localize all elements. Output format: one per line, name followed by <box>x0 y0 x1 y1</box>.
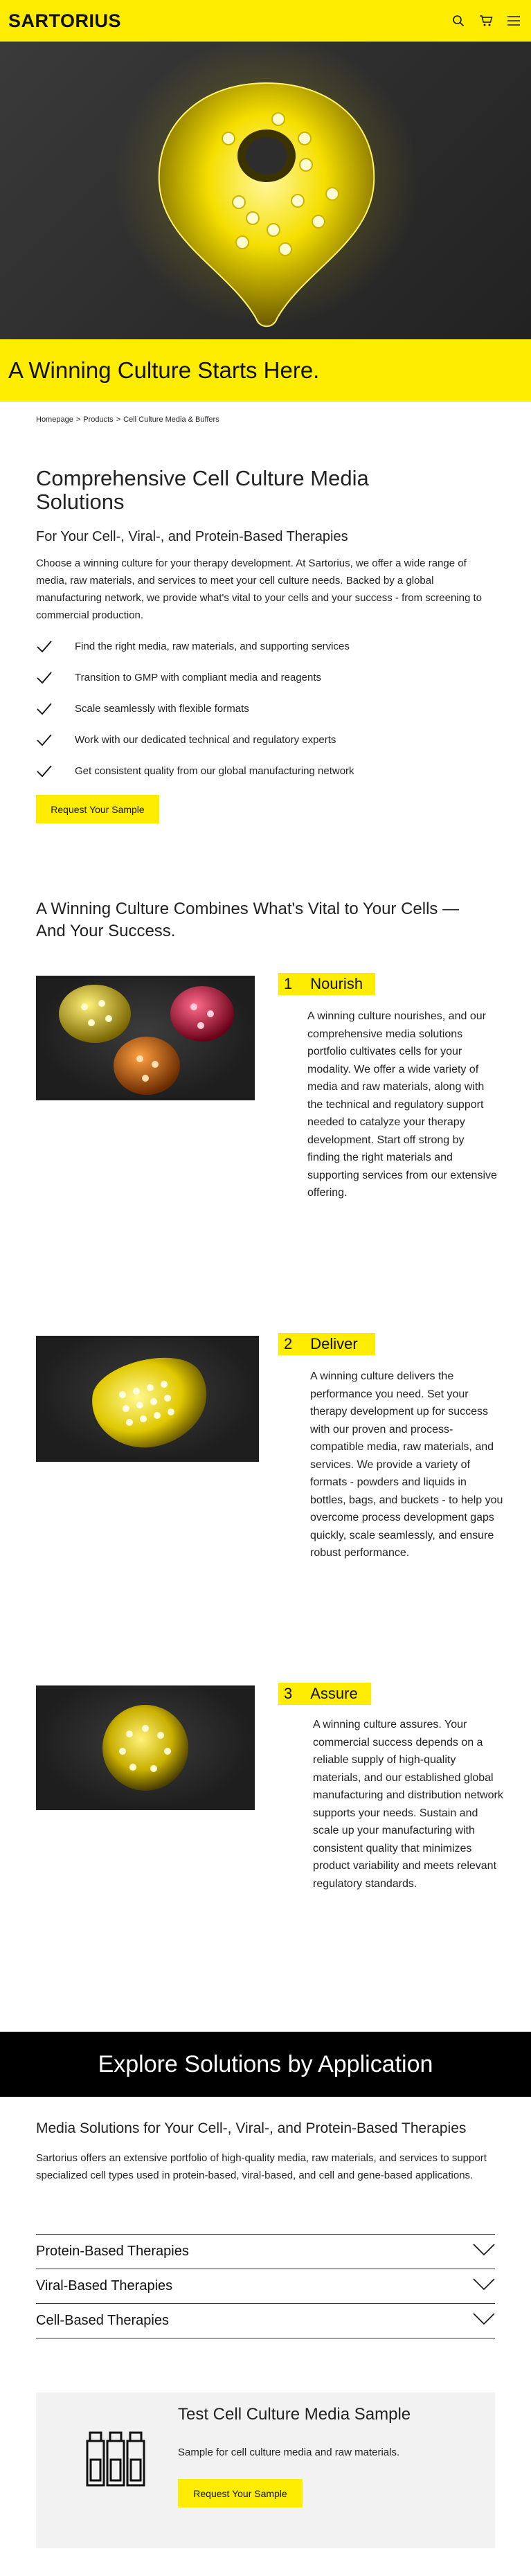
check-icon <box>36 670 53 686</box>
feature-tag-nourish: 1 Nourish <box>278 973 375 995</box>
accordion-item-protein[interactable]: Protein-Based Therapies <box>36 2235 495 2269</box>
sample-title: Test Cell Culture Media Sample <box>178 2405 411 2424</box>
feature-number: 2 <box>284 1335 293 1352</box>
list-item-text: Work with our dedicated technical and re… <box>75 734 336 746</box>
sartorius-logo[interactable]: SARTORIUS <box>8 10 121 32</box>
request-sample-button[interactable]: Request Your Sample <box>36 795 159 823</box>
feature-text-assure: A winning culture assures. Your commerci… <box>313 1719 503 1890</box>
feature-number: 3 <box>284 1685 293 1702</box>
accordion-label: Viral-Based Therapies <box>36 2278 173 2293</box>
cart-icon[interactable] <box>478 13 494 28</box>
list-item: Scale seamlessly with flexible formats <box>36 693 495 724</box>
menu-icon[interactable] <box>506 13 521 28</box>
feature-tag-assure: 3 Assure <box>278 1683 371 1705</box>
list-item-text: Get consistent quality from our global m… <box>75 765 354 777</box>
hero-banner: A Winning Culture Starts Here. <box>0 339 531 402</box>
sample-card: Test Cell Culture Media Sample Sample fo… <box>36 2392 495 2548</box>
chevron-down-icon <box>473 2278 495 2295</box>
feature-nourish: 1 Nourish A winning culture nourishes, a… <box>0 973 531 1336</box>
check-icon <box>36 638 53 655</box>
header-actions <box>451 13 521 28</box>
check-icon <box>36 763 53 780</box>
feature-label: Deliver <box>310 1335 358 1352</box>
feature-assure: 3 Assure A winning culture assures. Your… <box>0 1683 531 2032</box>
bottles-icon <box>83 2429 148 2493</box>
site-header: SARTORIUS <box>0 0 531 42</box>
hero-image <box>0 42 531 339</box>
section-title: A Winning Culture Combines What's Vital … <box>36 900 460 940</box>
feature-image-nourish <box>36 976 255 1100</box>
media-body: Sartorius offers an extensive portfolio … <box>36 2152 487 2181</box>
page-bottom-spacer <box>0 2548 531 2576</box>
feature-number: 1 <box>284 975 293 992</box>
explore-title: Explore Solutions by Application <box>98 2050 433 2077</box>
applications-accordion: Protein-Based Therapies Viral-Based Ther… <box>36 2234 495 2338</box>
chevron-down-icon <box>473 2312 495 2329</box>
media-title: Media Solutions for Your Cell-, Viral-, … <box>36 2120 467 2136</box>
feature-tag-deliver: 2 Deliver <box>278 1333 375 1355</box>
list-item: Work with our dedicated technical and re… <box>36 724 495 755</box>
hero-title: A Winning Culture Starts Here. <box>8 357 320 383</box>
list-item-text: Transition to GMP with compliant media a… <box>75 672 322 683</box>
explore-banner: Explore Solutions by Application <box>0 2032 531 2097</box>
accordion-label: Protein-Based Therapies <box>36 2244 189 2259</box>
feature-label: Assure <box>310 1685 358 1702</box>
sample-body: Sample for cell culture media and raw ma… <box>178 2447 400 2458</box>
breadcrumb-current[interactable]: Cell Culture Media & Buffers <box>123 415 219 424</box>
check-icon <box>36 732 53 749</box>
breadcrumb: Homepage > Products > Cell Culture Media… <box>0 402 531 424</box>
breadcrumb-homepage[interactable]: Homepage <box>36 415 73 424</box>
breadcrumb-products[interactable]: Products <box>83 415 113 424</box>
feature-text-nourish: A winning culture nourishes, and our com… <box>307 1010 497 1199</box>
search-icon[interactable] <box>451 13 466 28</box>
feature-deliver: 2 Deliver A winning culture delivers the… <box>0 1333 531 1685</box>
list-item: Find the right media, raw materials, and… <box>36 631 495 662</box>
intro-section: Comprehensive Cell Culture Media Solutio… <box>0 424 531 823</box>
accordion-label: Cell-Based Therapies <box>36 2313 169 2328</box>
list-item: Transition to GMP with compliant media a… <box>36 662 495 693</box>
list-item-text: Scale seamlessly with flexible formats <box>75 703 249 715</box>
feature-image-deliver <box>36 1336 259 1462</box>
feature-label: Nourish <box>310 975 363 992</box>
check-icon <box>36 701 53 717</box>
feature-text-deliver: A winning culture delivers the performan… <box>310 1370 503 1559</box>
accordion-item-cell[interactable]: Cell-Based Therapies <box>36 2304 495 2338</box>
breadcrumb-separator: > <box>116 415 121 424</box>
sample-request-button[interactable]: Request Your Sample <box>178 2479 303 2507</box>
list-item-text: Find the right media, raw materials, and… <box>75 641 350 652</box>
list-item: Get consistent quality from our global m… <box>36 755 495 787</box>
vital-section: A Winning Culture Combines What's Vital … <box>0 823 531 942</box>
breadcrumb-separator: > <box>75 415 81 424</box>
yellow-pin-cell-illustration <box>114 42 419 328</box>
benefits-list: Find the right media, raw materials, and… <box>36 631 495 787</box>
page-title: Comprehensive Cell Culture Media Solutio… <box>36 466 369 514</box>
accordion-item-viral[interactable]: Viral-Based Therapies <box>36 2269 495 2304</box>
chevron-down-icon <box>473 2243 495 2260</box>
page-subtitle: For Your Cell-, Viral-, and Protein-Base… <box>36 529 348 544</box>
media-section: Media Solutions for Your Cell-, Viral-, … <box>0 2097 531 2184</box>
feature-image-assure <box>36 1685 255 1810</box>
intro-body: Choose a winning culture for your therap… <box>36 557 482 621</box>
